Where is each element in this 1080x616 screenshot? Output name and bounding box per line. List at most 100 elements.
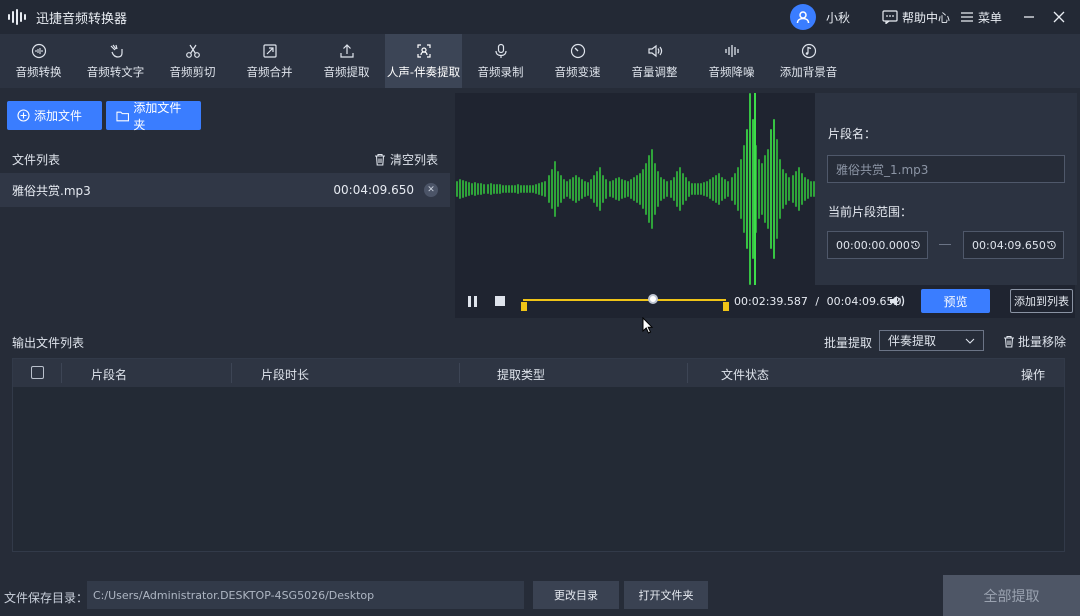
segment-start-field[interactable]: 00:00:00.000: [827, 231, 928, 259]
clear-list-button[interactable]: 清空列表: [374, 151, 438, 168]
title-bar: 迅捷音频转换器 小秋 帮助中心 菜单: [0, 0, 1080, 34]
tool-audio-denoise[interactable]: 音频降噪: [693, 34, 770, 88]
progress-knob[interactable]: [647, 294, 658, 304]
preview-button[interactable]: 预览: [921, 289, 990, 313]
waveform-bar: [721, 177, 724, 201]
open-folder-button[interactable]: 打开文件夹: [624, 581, 708, 609]
waveform-bar: [584, 181, 587, 197]
waveform-bar: [669, 180, 672, 198]
tool-audio-convert[interactable]: 音频转换: [0, 34, 77, 88]
table-header: 片段名 片段时长 提取类型 文件状态 操作: [13, 359, 1064, 387]
waveform-bar: [712, 177, 715, 201]
batch-remove-label: 批量移除: [1018, 335, 1067, 349]
tool-audio-speed[interactable]: 音频变速: [539, 34, 616, 88]
waveform-bar: [678, 167, 681, 211]
waveform-bar: [654, 163, 657, 215]
remove-file-icon[interactable]: ✕: [424, 183, 438, 197]
waveform-bar: [803, 177, 806, 201]
waveform-bar: [776, 139, 779, 239]
waveform-bar: [529, 185, 532, 193]
change-directory-button[interactable]: 更改目录: [533, 581, 619, 609]
column-header: 文件状态: [721, 368, 770, 382]
waveform-bar: [675, 171, 678, 207]
range-track[interactable]: [523, 299, 726, 301]
playhead[interactable]: [754, 93, 756, 285]
feature-toolbar: 音频转换 音频转文字 音频剪切 音频合并 音频提取 人声-伴奏提取 音频录制 音…: [0, 34, 1080, 88]
extract-all-button[interactable]: 全部提取: [943, 575, 1080, 616]
select-all-checkbox[interactable]: [31, 366, 44, 379]
segment-name-input[interactable]: 雅俗共赏_1.mp3: [827, 155, 1065, 183]
waveform-bar: [590, 179, 593, 199]
tool-audio-extract[interactable]: 音频提取: [308, 34, 385, 88]
waveform-bar: [709, 179, 712, 199]
waveform-bar: [462, 180, 465, 198]
reset-time-icon[interactable]: [910, 239, 921, 251]
file-panel: 添加文件 添加文件夹 文件列表 清空列表 雅俗共赏.mp3 00:04:09.6…: [0, 91, 450, 319]
help-center-button[interactable]: 帮助中心: [882, 9, 950, 26]
add-file-label: 添加文件: [34, 109, 83, 123]
tool-audio-record[interactable]: 音频录制: [462, 34, 539, 88]
tool-label: 音频转文字: [86, 64, 145, 79]
range-end-handle[interactable]: [723, 302, 729, 311]
waveform-bar: [748, 93, 751, 285]
tool-volume-adjust[interactable]: 音量调整: [616, 34, 693, 88]
add-folder-button[interactable]: 添加文件夹: [106, 101, 201, 132]
tool-audio-cut[interactable]: 音频剪切: [154, 34, 231, 88]
column-header: 片段名: [91, 368, 128, 382]
tool-audio-to-text[interactable]: 音频转文字: [77, 34, 154, 88]
waveform-bar: [523, 185, 526, 193]
user-icon: [796, 11, 810, 24]
file-list-item[interactable]: 雅俗共赏.mp3 00:04:09.650 ✕: [0, 173, 450, 207]
chevron-down-icon: [965, 338, 975, 344]
user-avatar[interactable]: [789, 4, 816, 30]
waveform-bar: [507, 185, 510, 193]
waveform-bar: [596, 171, 599, 207]
add-to-list-button[interactable]: 添加到列表: [1010, 289, 1073, 313]
batch-remove-button[interactable]: 批量移除: [1003, 333, 1066, 350]
pause-icon[interactable]: [468, 296, 480, 308]
help-center-label: 帮助中心: [901, 10, 950, 25]
stop-icon[interactable]: [495, 296, 505, 306]
segment-range-label: 当前片段范围：: [828, 205, 913, 219]
waveform-bar: [779, 159, 782, 219]
scissors-icon: [185, 44, 200, 58]
waveform-bar: [626, 181, 629, 197]
reset-time-icon[interactable]: [1046, 239, 1057, 251]
minimize-button[interactable]: [1018, 6, 1040, 28]
tool-vocal-accompaniment-extract[interactable]: 人声-伴奏提取: [385, 34, 462, 88]
waveform-bar: [706, 181, 709, 197]
range-start-handle[interactable]: [521, 302, 527, 311]
user-name[interactable]: 小秋: [826, 9, 850, 26]
waveform-bar: [724, 179, 727, 199]
tool-add-background-music[interactable]: 添加背景音: [770, 34, 847, 88]
waveform-bar: [513, 185, 516, 193]
waveform-bar: [486, 184, 489, 194]
waveform-bar: [767, 149, 770, 229]
waveform-display[interactable]: [455, 93, 815, 285]
waveform-bar: [782, 169, 785, 209]
segment-end-field[interactable]: 00:04:09.650: [963, 231, 1064, 259]
waveform-bar: [715, 175, 718, 203]
volume-icon[interactable]: [888, 293, 906, 309]
save-path-field[interactable]: C:/Users/Administrator.DESKTOP-4SG5026/D…: [87, 581, 524, 609]
waveform-bar: [574, 175, 577, 203]
file-duration: 00:04:09.650: [333, 183, 414, 197]
waveform-bar: [456, 181, 458, 197]
waveform-bar: [739, 159, 742, 219]
save-directory-label: 文件保存目录：: [4, 591, 89, 605]
close-button[interactable]: [1048, 6, 1070, 28]
menu-button[interactable]: 菜单: [960, 9, 1002, 26]
waveform-bar: [736, 167, 739, 211]
waveform-bar: [492, 184, 495, 194]
output-table: 片段名 片段时长 提取类型 文件状态 操作: [12, 358, 1065, 552]
waveform-bar: [553, 161, 556, 217]
waveform-bar: [639, 173, 641, 205]
add-file-button[interactable]: 添加文件: [7, 101, 102, 130]
chat-bubble-icon: [882, 10, 898, 24]
time-readout: 00:02:39.587 / 00:04:09.652: [734, 295, 901, 308]
batch-extract-select[interactable]: 伴奏提取: [879, 330, 984, 351]
file-list-header: 文件列表 清空列表: [0, 147, 450, 171]
tool-audio-merge[interactable]: 音频合并: [231, 34, 308, 88]
waveform-bar: [565, 181, 568, 197]
waveform-bar: [568, 179, 571, 199]
